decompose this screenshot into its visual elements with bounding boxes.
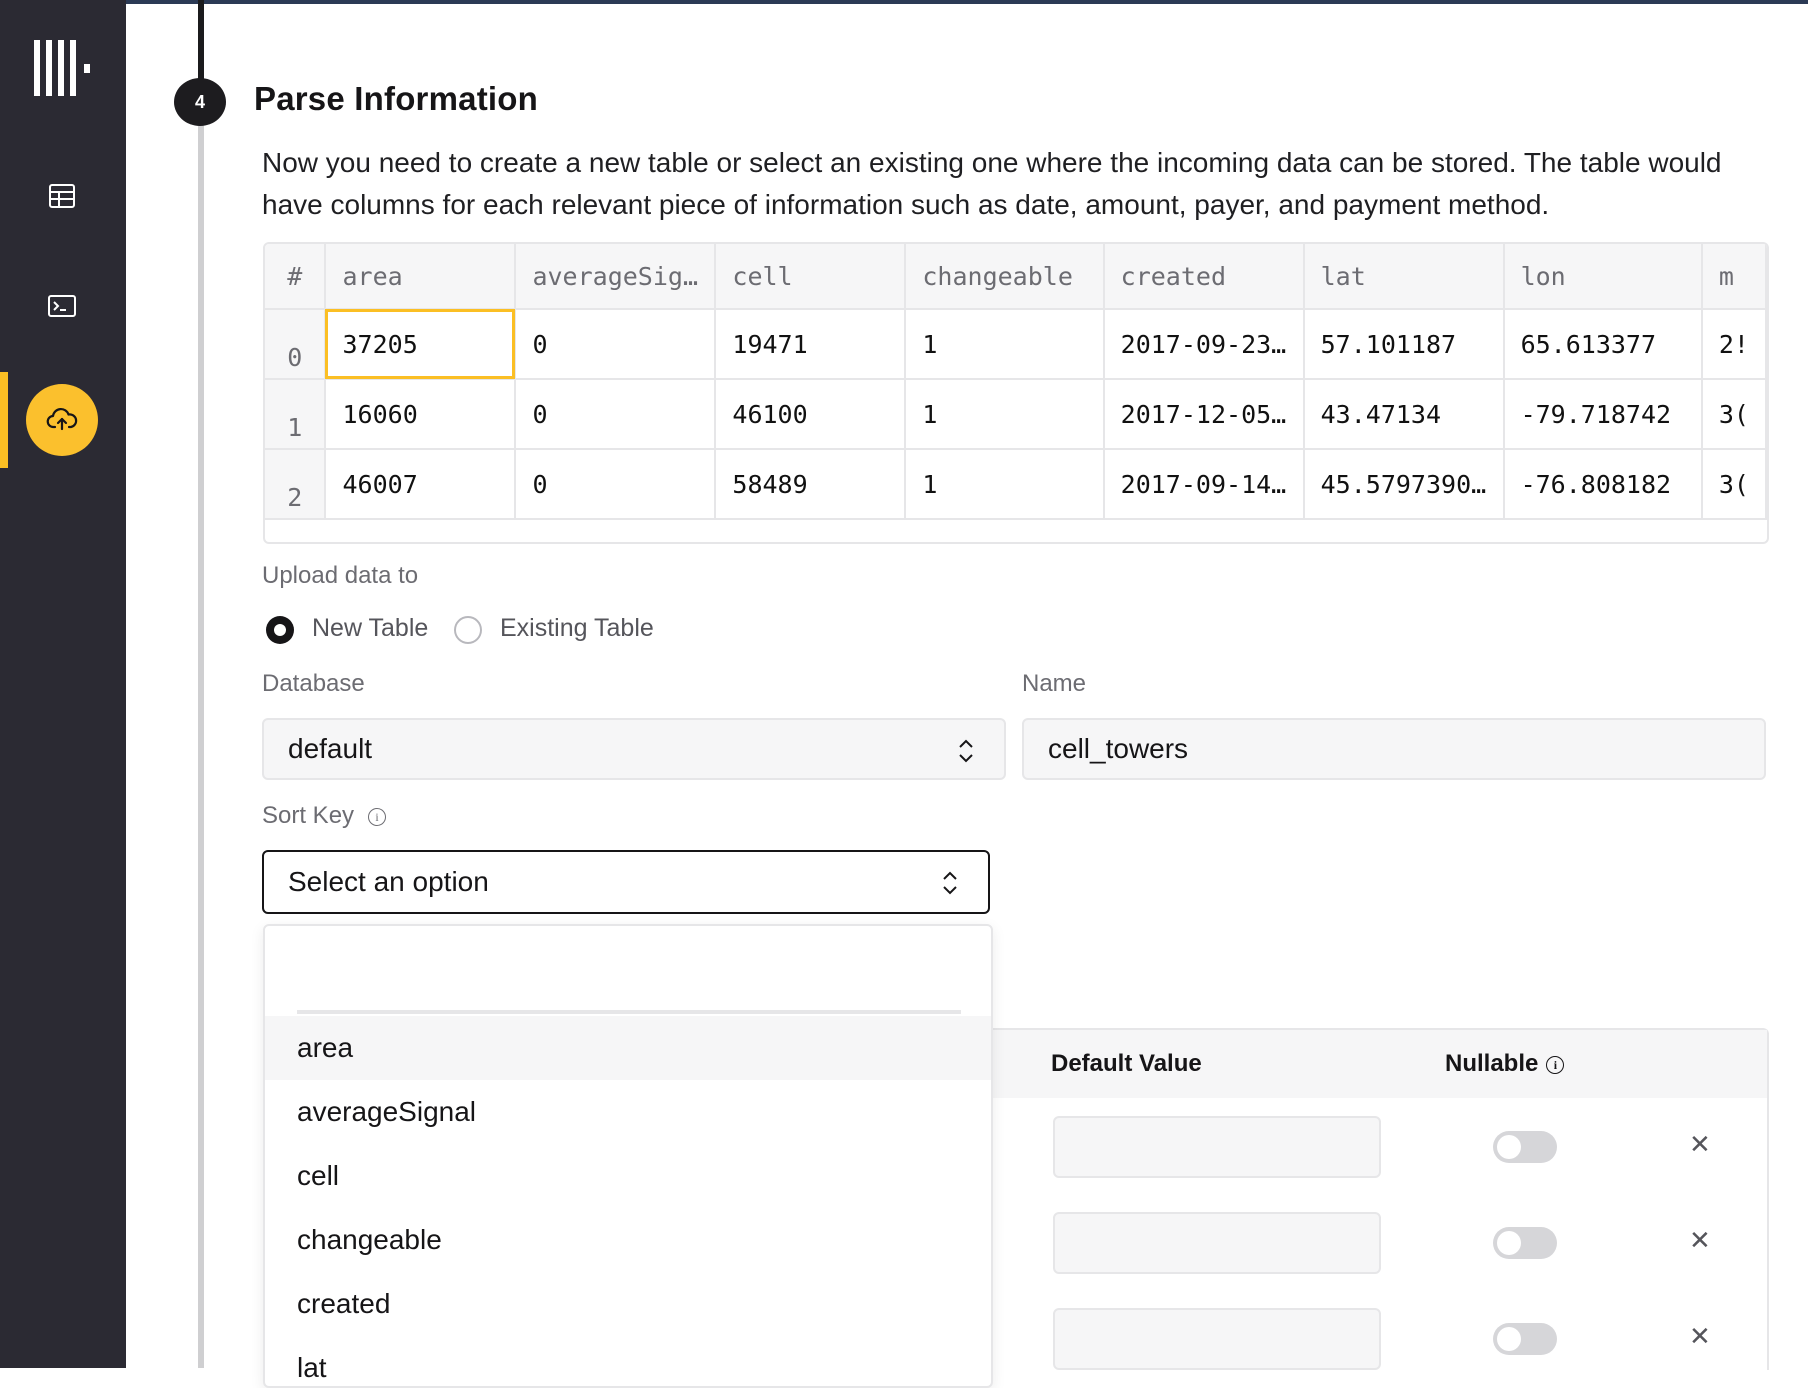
table-cell[interactable]: 19471	[715, 309, 907, 380]
sort-key-select[interactable]: Select an option	[262, 850, 990, 914]
existing-table-label[interactable]: Existing Table	[500, 614, 654, 643]
table-cell[interactable]: 45.5797390…	[1303, 449, 1505, 520]
table-cell[interactable]: 0	[515, 309, 717, 380]
table-cell[interactable]: 1	[905, 379, 1105, 450]
default-value-input[interactable]	[1053, 1212, 1381, 1274]
timeline-line-completed	[198, 0, 204, 82]
table-cell[interactable]: 1	[905, 309, 1105, 380]
column-header-index: #	[265, 244, 327, 310]
terminal-icon[interactable]	[44, 288, 80, 324]
default-value-input[interactable]	[1053, 1308, 1381, 1370]
step-number-badge: 4	[174, 78, 226, 126]
sort-key-dropdown: area averageSignal cell changeable creat…	[263, 924, 993, 1388]
database-label: Database	[262, 670, 365, 697]
step-title: Parse Information	[254, 80, 538, 117]
info-icon[interactable]: i	[368, 807, 387, 826]
remove-column-icon[interactable]: ✕	[1689, 1321, 1711, 1352]
timeline-line	[198, 82, 204, 1368]
table-cell[interactable]: 16060	[325, 379, 517, 450]
column-header[interactable]: m	[1701, 244, 1767, 310]
table-cell[interactable]: 46100	[715, 379, 907, 450]
row-index: 1	[265, 379, 327, 450]
active-nav-indicator	[0, 372, 8, 468]
dropdown-option-area[interactable]: area	[265, 1016, 991, 1080]
new-table-label[interactable]: New Table	[312, 614, 428, 643]
row-index: 2	[265, 449, 327, 520]
table-cell[interactable]: 2017-12-05…	[1103, 379, 1305, 450]
sort-key-label: Sort Key i	[262, 802, 387, 830]
table-name-value: cell_towers	[1048, 733, 1189, 764]
dropdown-option-averagesignal[interactable]: averageSignal	[265, 1080, 991, 1144]
new-table-radio[interactable]	[266, 616, 294, 644]
table-cell[interactable]: 2017-09-23…	[1103, 309, 1305, 380]
top-border	[0, 0, 1808, 4]
column-header[interactable]: lon	[1503, 244, 1703, 310]
step-description: Now you need to create a new table or se…	[262, 147, 1722, 220]
info-icon[interactable]: i	[1546, 1055, 1565, 1074]
column-header[interactable]: changeable	[905, 244, 1105, 310]
table-cell[interactable]: 0	[515, 379, 717, 450]
table-icon[interactable]	[44, 178, 80, 214]
name-label: Name	[1022, 670, 1087, 697]
data-preview-table: # area averageSig… cell changeable creat…	[263, 242, 1769, 544]
table-cell[interactable]: 3(	[1701, 379, 1767, 450]
table-row: 1 16060 0 46100 1 2017-12-05… 43.47134 -…	[265, 379, 1767, 450]
row-index: 0	[265, 309, 327, 380]
table-row: 2 46007 0 58489 1 2017-09-14… 45.5797390…	[265, 449, 1767, 520]
dropdown-option-cell[interactable]: cell	[265, 1144, 991, 1208]
nullable-header-text: Nullable	[1445, 1050, 1539, 1077]
column-header[interactable]: area	[325, 244, 517, 310]
upload-data-label: Upload data to	[262, 562, 419, 589]
select-chevron-icon	[959, 739, 973, 763]
remove-column-icon[interactable]: ✕	[1689, 1129, 1711, 1160]
dropdown-option-created[interactable]: created	[265, 1272, 991, 1336]
column-header[interactable]: averageSig…	[515, 244, 717, 310]
column-header[interactable]: created	[1103, 244, 1305, 310]
table-cell[interactable]: 2017-09-14…	[1103, 449, 1305, 520]
default-value-input[interactable]	[1053, 1116, 1381, 1178]
table-cell[interactable]: 1	[905, 449, 1105, 520]
table-name-input[interactable]: cell_towers	[1022, 718, 1766, 780]
dropdown-search-input[interactable]	[297, 946, 961, 1014]
dropdown-option-lat[interactable]: lat	[265, 1336, 991, 1386]
table-row: 0 37205 0 19471 1 2017-09-23… 57.101187 …	[265, 309, 1767, 380]
existing-table-radio[interactable]	[454, 616, 482, 644]
database-select-value: default	[288, 733, 373, 764]
select-chevron-icon	[943, 871, 957, 895]
table-cell[interactable]: 58489	[715, 449, 907, 520]
table-cell[interactable]: 0	[515, 449, 717, 520]
table-header-row: # area averageSig… cell changeable creat…	[265, 244, 1767, 310]
table-cell[interactable]: 3(	[1701, 449, 1767, 520]
nullable-toggle[interactable]	[1493, 1323, 1557, 1355]
nullable-header: Nullable i	[1445, 1050, 1565, 1078]
column-header[interactable]: lat	[1303, 244, 1505, 310]
table-cell[interactable]: 2!	[1701, 309, 1767, 380]
logo-icon[interactable]	[34, 40, 92, 96]
table-cell[interactable]: 46007	[325, 449, 517, 520]
table-cell[interactable]: -79.718742	[1503, 379, 1703, 450]
sort-key-placeholder: Select an option	[288, 866, 489, 897]
dropdown-option-changeable[interactable]: changeable	[265, 1208, 991, 1272]
table-cell[interactable]: 37205	[325, 309, 517, 380]
cloud-upload-icon[interactable]	[26, 384, 98, 456]
default-value-header: Default Value	[1051, 1050, 1202, 1077]
nullable-toggle[interactable]	[1493, 1227, 1557, 1259]
sidebar	[0, 0, 126, 1368]
nullable-toggle[interactable]	[1493, 1131, 1557, 1163]
database-select[interactable]: default	[262, 718, 1006, 780]
remove-column-icon[interactable]: ✕	[1689, 1225, 1711, 1256]
table-cell[interactable]: -76.808182	[1503, 449, 1703, 520]
table-cell[interactable]: 57.101187	[1303, 309, 1505, 380]
table-cell[interactable]: 43.47134	[1303, 379, 1505, 450]
table-cell[interactable]: 65.613377	[1503, 309, 1703, 380]
sort-key-label-text: Sort Key	[262, 802, 355, 829]
column-header[interactable]: cell	[715, 244, 907, 310]
